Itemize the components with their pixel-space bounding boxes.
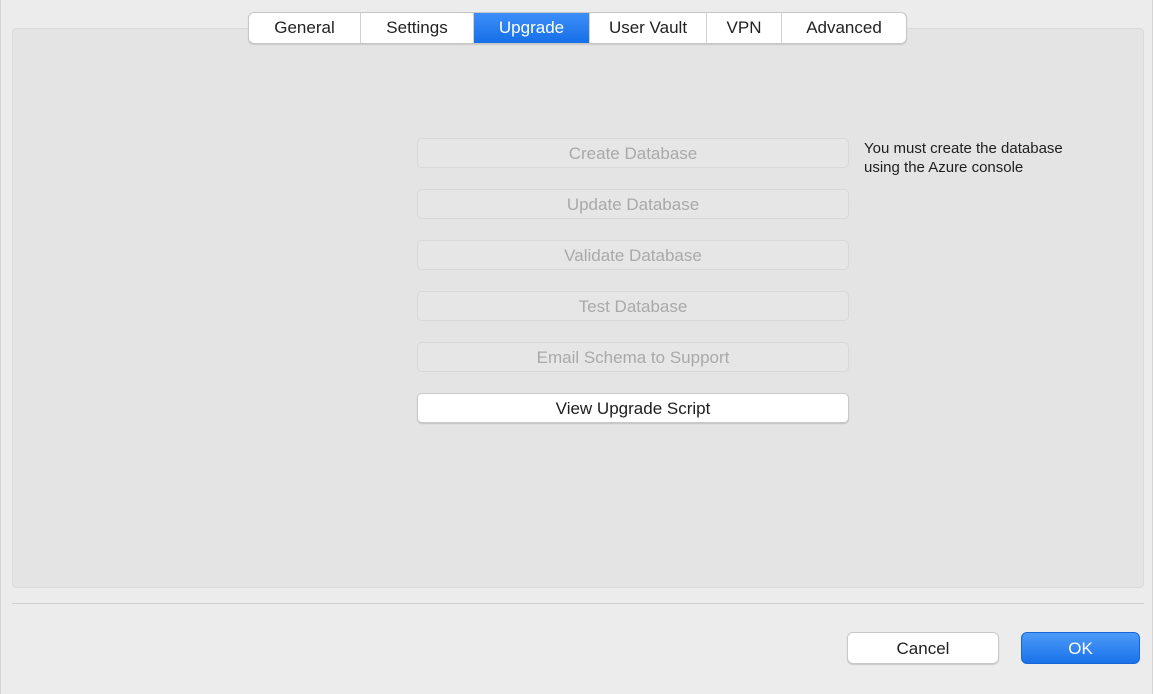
create-database-button: Create Database (417, 138, 849, 168)
azure-note-line2: using the Azure console (864, 159, 1024, 176)
footer-divider (12, 603, 1144, 604)
azure-note-line1: You must create the database (864, 140, 1063, 157)
tab-bar: General Settings Upgrade User Vault VPN … (248, 12, 907, 44)
tab-user-vault[interactable]: User Vault (590, 13, 707, 43)
update-database-button: Update Database (417, 189, 849, 219)
cancel-button[interactable]: Cancel (847, 632, 999, 664)
tab-upgrade[interactable]: Upgrade (474, 13, 590, 43)
ok-button[interactable]: OK (1021, 632, 1140, 664)
test-database-button: Test Database (417, 291, 849, 321)
tab-general[interactable]: General (249, 13, 361, 43)
tab-advanced[interactable]: Advanced (782, 13, 906, 43)
email-schema-button: Email Schema to Support (417, 342, 849, 372)
tab-settings[interactable]: Settings (361, 13, 474, 43)
validate-database-button: Validate Database (417, 240, 849, 270)
upgrade-dialog: General Settings Upgrade User Vault VPN … (0, 0, 1153, 694)
azure-note: You must create the database using the A… (864, 139, 1134, 177)
tab-vpn[interactable]: VPN (707, 13, 782, 43)
view-upgrade-script-button[interactable]: View Upgrade Script (417, 393, 849, 423)
